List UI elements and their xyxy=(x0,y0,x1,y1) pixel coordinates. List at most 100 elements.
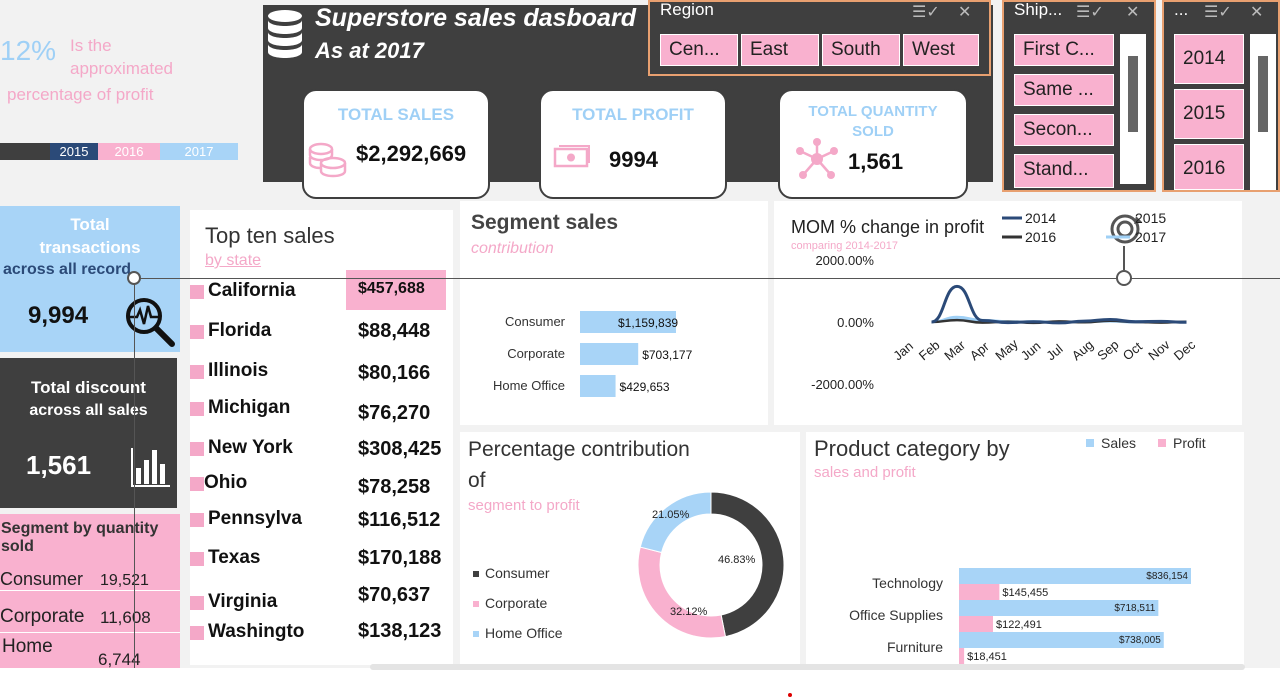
bar-chart-icon xyxy=(131,448,170,487)
state-name: New York xyxy=(208,437,293,458)
kpi-profit-label: TOTAL PROFIT xyxy=(572,105,694,124)
year-scroll-thumb[interactable] xyxy=(1258,56,1268,132)
region-chip-south[interactable]: South xyxy=(822,34,900,66)
segment-category-label: Corporate xyxy=(507,346,565,361)
state-name: Pennsylva xyxy=(208,508,302,529)
state-name: California xyxy=(208,280,296,301)
donut-slice xyxy=(639,491,712,554)
region-slicer: Region ☰✓ ✕ Cen... East South West xyxy=(648,0,991,76)
seg-qty-name-home: Home xyxy=(2,636,53,657)
donut-legend-swatch xyxy=(473,571,479,577)
guide-line-vertical xyxy=(134,278,135,668)
timeline-2017[interactable]: 2017 xyxy=(160,143,238,160)
region-chip-west[interactable]: West xyxy=(903,34,979,66)
product-bar-chart: Technology $836,154 $145,455 Office Supplie… xyxy=(849,435,1206,664)
profit-percent: 12% xyxy=(0,35,57,66)
discount-card: Total discount across all sales 1,561 xyxy=(0,358,177,508)
seg-qty-value-corporate: 11,608 xyxy=(100,608,151,627)
ship-chip-first[interactable]: First C... xyxy=(1014,34,1114,66)
segment-bar-label: $1,159,839 xyxy=(618,316,678,330)
tx-label-3: across all record xyxy=(3,261,132,278)
year-scrollbar[interactable] xyxy=(1250,34,1276,190)
ship-chip-second[interactable]: Secon... xyxy=(1014,114,1114,146)
tx-value: 9,994 xyxy=(28,302,89,329)
timeline-2016[interactable]: 2016 xyxy=(98,143,160,160)
ship-scroll-thumb[interactable] xyxy=(1128,56,1138,132)
ship-chip-standard[interactable]: Stand... xyxy=(1014,154,1114,188)
state-marker xyxy=(190,552,204,566)
kpi-total-quantity: TOTAL QUANTITY SOLD 1,561 xyxy=(778,89,968,199)
mom-x-tick: Dec xyxy=(1171,337,1199,364)
mom-x-tick: May xyxy=(992,336,1021,364)
product-sales-label: $836,154 xyxy=(1146,571,1188,582)
kpi-total-sales: TOTAL SALES $2,292,669 xyxy=(302,89,490,199)
kpi-sales-value: $2,292,669 xyxy=(356,141,467,166)
donut-data-label: 46.83% xyxy=(718,554,756,566)
state-marker xyxy=(190,442,204,456)
product-category-label: Office Supplies xyxy=(849,607,943,623)
state-sales-value: $80,166 xyxy=(358,362,431,384)
top-ten-subtitle: by state xyxy=(205,252,262,269)
seg-qty-title-2: sold xyxy=(1,538,34,555)
profit-note-line3: percentage of profit xyxy=(7,85,154,104)
profit-note-line1: Is the xyxy=(70,36,112,55)
donut-chart: 46.83% 32.12% 21.05% Consumer Corporate Home … xyxy=(473,491,785,641)
segment-sales-subtitle: contribution xyxy=(471,240,554,257)
mom-x-tick: Feb xyxy=(916,337,943,363)
ship-scrollbar[interactable] xyxy=(1120,34,1146,184)
kpi-qty-value: 1,561 xyxy=(848,149,904,174)
cursor-dot xyxy=(788,693,792,697)
product-sales-label: $738,005 xyxy=(1119,635,1161,646)
product-sales-label: $718,511 xyxy=(1114,603,1155,614)
mom-x-tick: Sep xyxy=(1094,337,1121,363)
state-marker xyxy=(190,513,204,527)
dashboard-subtitle: As at 2017 xyxy=(315,38,424,63)
coins-icon xyxy=(308,142,347,178)
state-name: Ohio xyxy=(204,472,248,493)
donut-data-label: 32.12% xyxy=(670,606,708,618)
multiselect-icon[interactable]: ☰✓ xyxy=(1204,2,1232,21)
state-sales-value: $88,448 xyxy=(358,320,431,342)
region-chip-central[interactable]: Cen... xyxy=(660,34,738,66)
mom-legend-label: 2016 xyxy=(1025,229,1056,245)
year-chip-2014[interactable]: 2014 xyxy=(1174,34,1244,84)
resize-handle[interactable] xyxy=(127,271,141,285)
segment-sales-chart: Consumer $1,159,839 Corporate $703,177 Home … xyxy=(493,311,693,397)
ship-chip-same[interactable]: Same ... xyxy=(1014,74,1114,106)
segment-sales-title: Segment sales xyxy=(471,211,619,234)
state-marker xyxy=(190,325,204,339)
resize-handle[interactable] xyxy=(1116,270,1132,286)
state-marker xyxy=(190,477,204,491)
product-profit-bar xyxy=(959,616,993,632)
state-name: Virginia xyxy=(208,591,278,612)
state-marker xyxy=(190,626,204,640)
clear-filter-icon[interactable]: ✕ xyxy=(1126,2,1139,21)
tx-label-1: Total xyxy=(70,215,110,234)
mom-x-tick: Oct xyxy=(1120,339,1145,364)
multiselect-icon[interactable]: ☰✓ xyxy=(1076,2,1104,21)
region-chip-east[interactable]: East xyxy=(741,34,819,66)
timeline-2015[interactable]: 2015 xyxy=(50,143,98,160)
clear-filter-icon[interactable]: ✕ xyxy=(958,2,971,21)
year-timeline[interactable]: 2015 2016 2017 xyxy=(0,143,238,160)
year-chip-2016[interactable]: 2016 xyxy=(1174,144,1244,190)
segment-bar-label: $703,177 xyxy=(642,348,692,362)
database-icon xyxy=(268,10,302,58)
region-slicer-title: Region xyxy=(660,0,714,19)
cash-icon xyxy=(553,145,590,168)
top-ten-title: Top ten sales xyxy=(205,223,335,248)
horizontal-scrollbar[interactable] xyxy=(370,664,1245,670)
multiselect-icon[interactable]: ☰✓ xyxy=(912,2,940,21)
product-profit-label: $18,451 xyxy=(967,651,1007,663)
year-slicer-title: ... xyxy=(1174,0,1189,19)
clear-filter-icon[interactable]: ✕ xyxy=(1250,2,1263,21)
donut-legend-label: Home Office xyxy=(485,625,563,641)
state-sales-value: $457,688 xyxy=(358,280,425,297)
year-chip-2015[interactable]: 2015 xyxy=(1174,89,1244,139)
state-name: Texas xyxy=(208,547,261,568)
segment-bar-label: $429,653 xyxy=(620,380,670,394)
mom-x-tick: Apr xyxy=(967,338,993,363)
product-profit-label: $145,455 xyxy=(1002,587,1048,599)
ship-slicer-title: Ship... xyxy=(1014,0,1063,19)
seg-qty-name-consumer: Consumer xyxy=(0,569,84,589)
